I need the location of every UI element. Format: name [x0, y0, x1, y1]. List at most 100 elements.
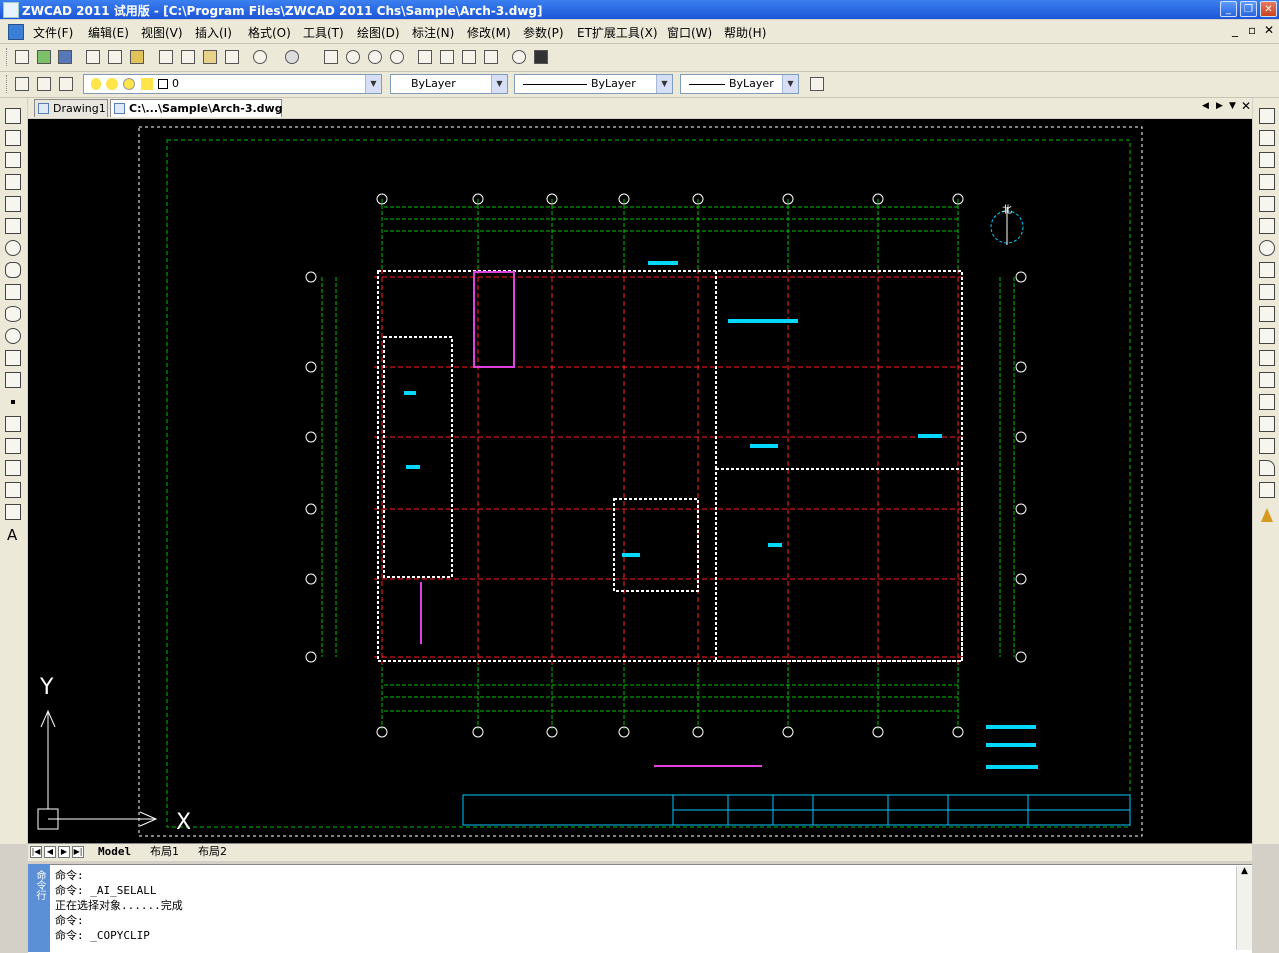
linetype-dropdown[interactable]: ByLayer ▼	[514, 74, 673, 94]
lengthen-icon[interactable]	[1259, 306, 1275, 322]
polyline-icon[interactable]	[5, 152, 21, 168]
open-file-icon[interactable]	[35, 48, 53, 66]
toolbar-grip[interactable]	[6, 75, 10, 93]
fillet-icon[interactable]	[1259, 460, 1275, 476]
layer-previous-icon[interactable]	[57, 75, 75, 93]
chevron-down-icon[interactable]: ▼	[656, 75, 672, 93]
toolbar-grip[interactable]	[6, 48, 10, 66]
first-layout-icon[interactable]: |◀	[30, 846, 42, 858]
tab-drawing1[interactable]: Drawing1	[34, 99, 108, 117]
explode-icon[interactable]	[1259, 482, 1275, 498]
undo-icon[interactable]	[251, 48, 269, 66]
chamfer-icon[interactable]	[1259, 438, 1275, 454]
spline-icon[interactable]	[5, 284, 21, 300]
tab-model[interactable]: Model	[94, 844, 135, 860]
prev-layout-icon[interactable]: ◀	[44, 846, 56, 858]
tab-scroll-right-icon[interactable]: ▶	[1216, 101, 1223, 111]
array-icon[interactable]	[1259, 196, 1275, 212]
save-icon[interactable]	[56, 48, 74, 66]
drawing-svg[interactable]: 北 Y X	[28, 119, 1252, 843]
menu-draw[interactable]: 绘图(D)	[357, 24, 400, 41]
menu-tools[interactable]: 工具(T)	[303, 24, 344, 41]
insert-block-icon[interactable]	[5, 350, 21, 366]
ellipse-arc-icon[interactable]	[5, 328, 21, 344]
mdi-minimize-button[interactable]: _	[1232, 23, 1238, 37]
magnifier-icon[interactable]	[510, 48, 528, 66]
join-icon[interactable]	[1259, 416, 1275, 432]
wipeout-icon[interactable]	[5, 482, 21, 498]
print-icon[interactable]	[84, 48, 102, 66]
break-icon[interactable]	[1259, 372, 1275, 388]
tab-layout2[interactable]: 布局2	[194, 844, 231, 860]
copy-icon[interactable]	[179, 48, 197, 66]
arc-icon[interactable]	[5, 218, 21, 234]
multiline-text-icon[interactable]: A	[7, 526, 17, 544]
restore-button[interactable]: ❐	[1240, 1, 1257, 17]
stretch-icon[interactable]	[1259, 284, 1275, 300]
erase-icon[interactable]	[1259, 108, 1275, 124]
color-dropdown[interactable]: ByLayer ▼	[390, 74, 508, 94]
publish-icon[interactable]	[128, 48, 146, 66]
help-icon[interactable]	[532, 48, 550, 66]
make-block-icon[interactable]	[5, 372, 21, 388]
tab-layout1[interactable]: 布局1	[146, 844, 183, 860]
command-scrollbar[interactable]: ▲	[1236, 866, 1252, 950]
mirror-icon[interactable]	[1259, 152, 1275, 168]
pencil-icon[interactable]	[1261, 508, 1273, 522]
menu-insert[interactable]: 插入(I)	[195, 24, 232, 41]
lineweight-dropdown[interactable]: ByLayer ▼	[680, 74, 799, 94]
gradient-icon[interactable]	[5, 438, 21, 454]
table-icon[interactable]	[5, 504, 21, 520]
zoom-previous-icon[interactable]	[388, 48, 406, 66]
document-icon[interactable]	[8, 24, 24, 40]
menu-modify[interactable]: 修改(M)	[467, 24, 511, 41]
properties-icon[interactable]	[416, 48, 434, 66]
rectangle-icon[interactable]	[5, 196, 21, 212]
offset-icon[interactable]	[1259, 174, 1275, 190]
ellipse-icon[interactable]	[5, 306, 21, 322]
line-icon[interactable]	[5, 108, 21, 124]
menu-view[interactable]: 视图(V)	[141, 24, 183, 41]
match-properties-icon[interactable]	[223, 48, 241, 66]
ray-icon[interactable]	[5, 130, 21, 146]
circle-icon[interactable]	[5, 240, 21, 256]
last-layout-icon[interactable]: ▶|	[72, 846, 84, 858]
menu-parameters[interactable]: 参数(P)	[523, 24, 564, 41]
paste-icon[interactable]	[201, 48, 219, 66]
scroll-up-icon[interactable]: ▲	[1237, 866, 1252, 876]
move-icon[interactable]	[1259, 218, 1275, 234]
make-current-layer-icon[interactable]	[35, 75, 53, 93]
next-layout-icon[interactable]: ▶	[58, 846, 70, 858]
rotate-icon[interactable]	[1259, 240, 1275, 256]
mdi-close-button[interactable]: ✕	[1264, 23, 1274, 37]
revision-cloud-icon[interactable]	[5, 262, 21, 278]
tab-list-icon[interactable]: ▼	[1229, 101, 1236, 111]
break-at-point-icon[interactable]	[1259, 394, 1275, 410]
zoom-realtime-icon[interactable]	[344, 48, 362, 66]
menu-help[interactable]: 帮助(H)	[724, 24, 766, 41]
pan-icon[interactable]	[322, 48, 340, 66]
point-icon[interactable]	[11, 400, 15, 404]
hatch-icon[interactable]	[5, 416, 21, 432]
menu-dimension[interactable]: 标注(N)	[412, 24, 454, 41]
command-window[interactable]	[28, 864, 1252, 953]
cut-icon[interactable]	[157, 48, 175, 66]
design-center-icon[interactable]	[438, 48, 456, 66]
trim-icon[interactable]	[1259, 328, 1275, 344]
new-file-icon[interactable]	[13, 48, 31, 66]
polygon-icon[interactable]	[5, 174, 21, 190]
mdi-restore-button[interactable]: ▫	[1248, 23, 1256, 37]
chevron-down-icon[interactable]: ▼	[491, 75, 507, 93]
tab-scroll-left-icon[interactable]: ◀	[1202, 101, 1209, 111]
menu-edit[interactable]: 编辑(E)	[88, 24, 129, 41]
drawing-canvas[interactable]: 北 Y X	[28, 119, 1252, 843]
layer-dropdown[interactable]: 0 ▼	[83, 74, 382, 94]
plot-style-icon[interactable]	[808, 75, 826, 93]
close-button[interactable]: ✕	[1260, 1, 1277, 17]
command-window-title[interactable]: 命令行	[28, 864, 50, 952]
tab-close-icon[interactable]: ✕	[1241, 99, 1251, 113]
menu-file[interactable]: 文件(F)	[33, 24, 73, 41]
redo-icon[interactable]	[283, 48, 301, 66]
tab-arch-3[interactable]: C:\...\Sample\Arch-3.dwg	[110, 99, 283, 117]
layer-manager-icon[interactable]	[13, 75, 31, 93]
